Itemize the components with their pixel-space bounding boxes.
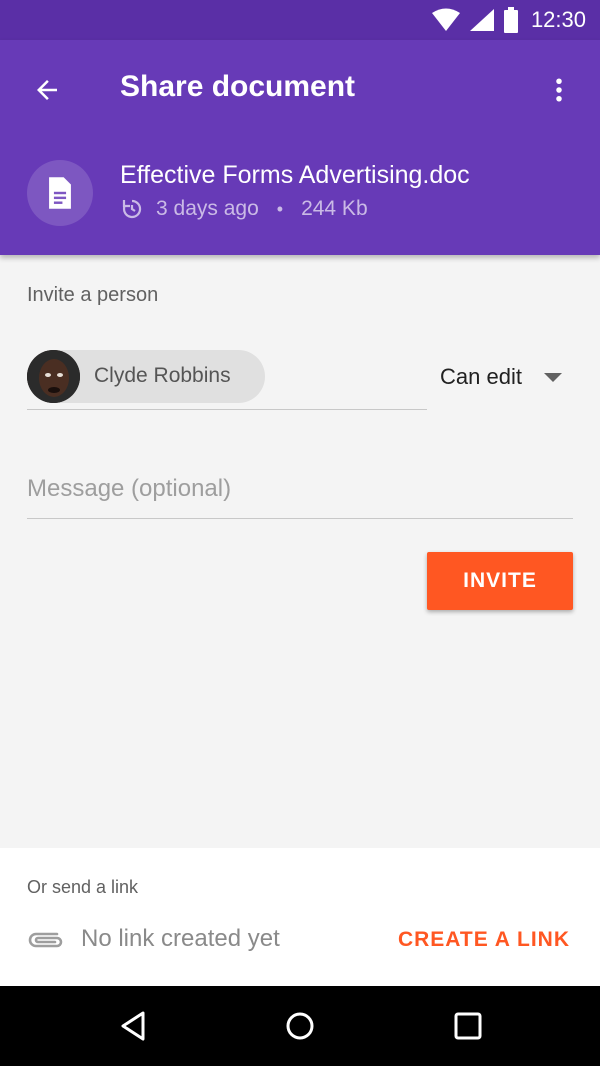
more-vert-icon bbox=[556, 78, 562, 102]
recipient-chip[interactable]: Clyde Robbins bbox=[27, 350, 265, 403]
status-time: 12:30 bbox=[530, 7, 586, 32]
invite-button[interactable]: INVITE bbox=[427, 552, 573, 610]
more-options-button[interactable] bbox=[536, 67, 582, 113]
document-name: Effective Forms Advertising.doc bbox=[120, 161, 470, 189]
nav-recents-button[interactable] bbox=[448, 1006, 488, 1046]
status-bar: 12:30 bbox=[0, 0, 600, 40]
link-section-label: Or send a link bbox=[27, 877, 139, 897]
message-field-underline bbox=[27, 518, 573, 519]
attachment-icon bbox=[28, 932, 63, 948]
document-modified: 3 days ago bbox=[156, 197, 259, 220]
wifi-icon bbox=[431, 8, 460, 31]
back-icon bbox=[121, 1011, 145, 1041]
signal-icon bbox=[469, 9, 494, 31]
invite-section-label: Invite a person bbox=[27, 284, 159, 306]
home-icon bbox=[286, 1012, 314, 1040]
document-avatar bbox=[27, 160, 93, 226]
recents-icon bbox=[454, 1012, 482, 1040]
back-button[interactable] bbox=[24, 67, 70, 113]
app-bar: Share document Effective Forms Advertisi… bbox=[0, 40, 600, 255]
battery-icon bbox=[503, 7, 518, 33]
system-nav-bar bbox=[0, 986, 600, 1066]
recipient-name: Clyde Robbins bbox=[94, 364, 231, 387]
nav-home-button[interactable] bbox=[280, 1006, 320, 1046]
document-size: 244 Kb bbox=[301, 197, 368, 220]
message-field[interactable]: Message (optional) bbox=[27, 475, 231, 503]
avatar-photo bbox=[27, 350, 80, 403]
page-title: Share document bbox=[120, 70, 356, 103]
document-meta: 3 days ago • 244 Kb bbox=[120, 197, 368, 221]
recipient-field-underline bbox=[27, 409, 427, 410]
send-link-card: Or send a link No link created yet CREAT… bbox=[0, 848, 600, 986]
create-link-button[interactable]: CREATE A LINK bbox=[398, 928, 570, 952]
recipient-avatar bbox=[27, 350, 80, 403]
arrow-back-icon bbox=[37, 80, 57, 100]
meta-separator: • bbox=[276, 198, 284, 219]
nav-back-button[interactable] bbox=[113, 1006, 153, 1046]
dropdown-arrow-icon[interactable] bbox=[544, 373, 562, 382]
document-icon bbox=[49, 177, 71, 209]
link-status: No link created yet bbox=[81, 925, 280, 952]
permission-dropdown[interactable]: Can edit bbox=[440, 364, 522, 390]
history-icon bbox=[122, 199, 142, 219]
status-icons: 12:30 bbox=[431, 6, 586, 34]
